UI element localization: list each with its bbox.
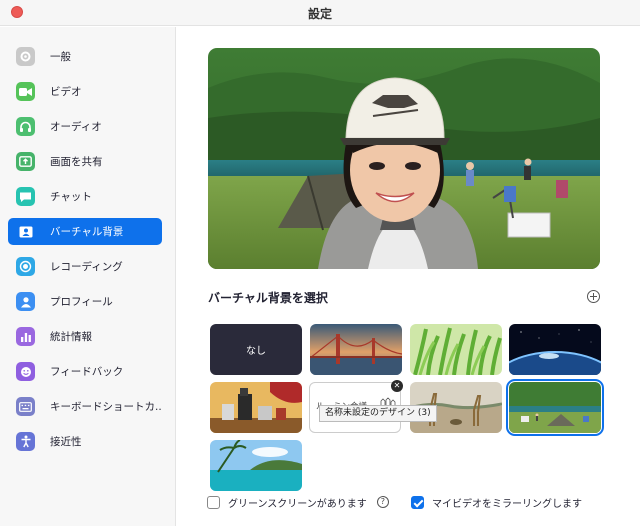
record-icon	[16, 257, 35, 276]
sidebar-item-label: フィードバック	[50, 366, 124, 378]
sidebar-item-label: キーボードショートカ...	[50, 401, 162, 413]
sidebar-item-label: 接近性	[50, 436, 82, 448]
background-golden-gate-bridge[interactable]	[310, 324, 402, 375]
green-screen-option: グリーンスクリーンがあります ?	[207, 494, 389, 510]
background-tropical-beach[interactable]	[210, 440, 302, 491]
sidebar-item-label: プロフィール	[50, 296, 113, 308]
background-campsite-selected[interactable]	[506, 379, 604, 436]
settings-sidebar: 一般 ビデオ オーディオ 画面を共有 チャット バーチャル背景 レコーディング …	[0, 27, 176, 526]
video-preview	[208, 48, 600, 269]
background-camping-coffee[interactable]	[210, 382, 302, 433]
window-title: 設定	[307, 7, 332, 21]
chat-bubble-icon	[16, 187, 35, 206]
add-background-button[interactable]	[587, 290, 600, 303]
sidebar-item-label: 統計情報	[50, 331, 92, 343]
sidebar-item-label: チャット	[50, 191, 92, 203]
background-name-tooltip: 名称未設定のデザイン (3)	[319, 405, 437, 422]
green-screen-checkbox[interactable]	[207, 495, 220, 509]
sidebar-item-feedback[interactable]: フィードバック	[8, 358, 162, 385]
section-title: バーチャル背景を選択	[208, 291, 328, 305]
video-camera-icon	[16, 82, 35, 101]
green-screen-label: グリーンスクリーンがあります	[228, 498, 367, 510]
statistics-icon	[16, 327, 35, 346]
background-none-label: なし	[246, 346, 266, 357]
mirror-video-label: マイビデオをミラーリングします	[432, 498, 582, 510]
sidebar-item-recording[interactable]: レコーディング	[8, 253, 162, 280]
accessibility-icon	[16, 432, 35, 451]
sidebar-item-profile[interactable]: プロフィール	[8, 288, 162, 315]
profile-icon	[16, 292, 35, 311]
help-icon[interactable]: ?	[376, 496, 389, 508]
sidebar-item-video[interactable]: ビデオ	[8, 78, 162, 105]
sidebar-item-label: レコーディング	[50, 261, 123, 273]
sidebar-item-label: 画面を共有	[50, 156, 103, 168]
share-screen-icon	[16, 152, 35, 171]
sidebar-item-statistics[interactable]: 統計情報	[8, 323, 162, 350]
remove-background-button[interactable]: ✕	[391, 380, 403, 392]
mirror-video-option: マイビデオをミラーリングします	[411, 494, 582, 510]
sidebar-item-label: オーディオ	[50, 121, 102, 133]
sidebar-item-chat[interactable]: チャット	[8, 183, 162, 210]
sidebar-item-share-screen[interactable]: 画面を共有	[8, 148, 162, 175]
sidebar-item-accessibility[interactable]: 接近性	[8, 428, 162, 455]
sidebar-item-label: バーチャル背景	[50, 226, 124, 238]
gear-icon	[16, 47, 35, 66]
title-bar: 設定	[0, 0, 640, 26]
sidebar-item-general[interactable]: 一般	[8, 43, 162, 70]
sidebar-item-label: 一般	[50, 51, 71, 63]
person-card-icon	[16, 222, 35, 241]
feedback-smile-icon	[16, 362, 35, 381]
background-grass[interactable]	[410, 324, 502, 375]
sidebar-item-label: ビデオ	[50, 86, 82, 98]
sidebar-item-keyboard-shortcuts[interactable]: キーボードショートカ...	[8, 393, 162, 420]
keyboard-icon	[16, 397, 35, 416]
headphones-icon	[16, 117, 35, 136]
sidebar-item-virtual-background[interactable]: バーチャル背景	[8, 218, 162, 245]
sidebar-item-audio[interactable]: オーディオ	[8, 113, 162, 140]
mirror-video-checkbox[interactable]	[411, 495, 424, 509]
background-none[interactable]: なし	[210, 324, 302, 375]
background-earth-from-space[interactable]	[509, 324, 601, 375]
